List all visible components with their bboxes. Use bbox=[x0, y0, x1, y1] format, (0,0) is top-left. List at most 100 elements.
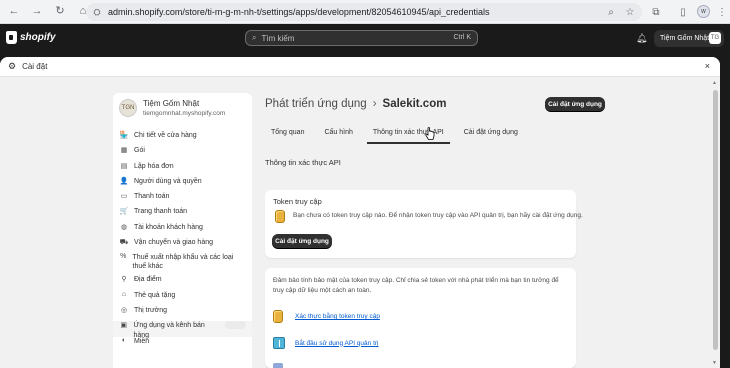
notification-bell-icon[interactable]: 🔔︎ bbox=[636, 33, 647, 44]
sidebar-item-billing[interactable]: ▤ Lập hóa đơn bbox=[113, 162, 252, 177]
security-card: Đảm bảo tính bảo mật của token truy cập.… bbox=[265, 268, 576, 368]
sidebar-item-plan[interactable]: ▦ Gói bbox=[113, 146, 252, 161]
sidebar-nav: 🏪 Chi tiết về cửa hàng ▦ Gói ▤ Lập hóa đơn … bbox=[113, 131, 252, 352]
partial-icon bbox=[273, 363, 283, 368]
address-bar[interactable]: ⛭ admin.shopify.com/store/ti-m-g-m-nh-t/… bbox=[86, 3, 642, 21]
truck-icon: ⛟ bbox=[119, 239, 129, 247]
sidebar-item-checkout[interactable]: 🛒 Trang thanh toán bbox=[113, 207, 252, 222]
gift-card-icon: ⌂ bbox=[121, 290, 127, 298]
tab-install-app[interactable]: Cài đặt ứng dụng bbox=[458, 126, 524, 144]
settings-sidebar: TGN Tiệm Gốm Nhật tiemgomnhat.myshopify.… bbox=[113, 93, 252, 368]
sidebar-item-customer-accounts[interactable]: ◍ Tài khoản khách hàng bbox=[113, 223, 252, 238]
sidebar-item-label: Chi tiết về cửa hàng bbox=[134, 132, 197, 139]
access-token-card: Token truy cập Bạn chưa có token truy cậ… bbox=[265, 190, 583, 258]
tab-overview[interactable]: Tổng quan bbox=[265, 126, 310, 144]
breadcrumb-separator: › bbox=[372, 98, 377, 110]
zoom-icon[interactable]: ⌕ bbox=[603, 3, 619, 21]
search-placeholder: Tìm kiếm bbox=[261, 33, 295, 43]
sidebar-item-label: Miền bbox=[134, 337, 150, 345]
sidebar-item-label: Thuế xuất nhập khẩu và các loại thuế khá… bbox=[132, 254, 234, 271]
scrollbar-thumb[interactable] bbox=[713, 90, 718, 350]
cart-icon: 🛒 bbox=[119, 208, 129, 216]
store-info: TGN Tiệm Gốm Nhật tiemgomnhat.myshopify.… bbox=[119, 99, 225, 117]
sidebar-item-gift-cards[interactable]: ⌂ Thẻ quà tặng bbox=[113, 291, 252, 306]
store-menu-label: Tiệm Gốm Nhật bbox=[660, 35, 710, 42]
sidebar-item-label: Vận chuyển và giao hàng bbox=[134, 239, 214, 247]
sidebar-item-label: Lập hóa đơn bbox=[134, 162, 174, 170]
customer-accounts-icon: ◍ bbox=[120, 223, 128, 231]
shopify-bag-icon bbox=[6, 31, 17, 44]
sidebar-item-label: Gói bbox=[134, 147, 145, 155]
search-icon: ⌕ bbox=[252, 33, 257, 42]
url-text[interactable]: admin.shopify.com/store/ti-m-g-m-nh-t/se… bbox=[108, 7, 490, 17]
token-auth-link[interactable]: Xác thực bằng token truy cập bbox=[295, 313, 380, 320]
hover-highlight bbox=[225, 321, 247, 330]
globe-icon: ◎ bbox=[120, 306, 128, 314]
gear-icon: ⚙ bbox=[8, 61, 17, 71]
browser-toolbar: ← → ↻ ⌂ ⛭ admin.shopify.com/store/ti-m-g… bbox=[0, 0, 730, 24]
sidebar-item-label: Thẻ quà tặng bbox=[134, 291, 176, 299]
install-app-card-button[interactable]: Cài đặt ứng dụng bbox=[272, 234, 332, 248]
store-menu-button[interactable]: Tiệm Gốm Nhật TG bbox=[654, 30, 724, 47]
sidebar-item-payments[interactable]: ▭ Thanh toán bbox=[113, 192, 252, 207]
percent-icon: % bbox=[120, 253, 127, 261]
profile-avatar[interactable]: W bbox=[697, 5, 710, 18]
tab-api-credentials[interactable]: Thông tin xác thực API bbox=[366, 126, 450, 144]
sidebar-item-label: Thanh toán bbox=[134, 193, 170, 201]
access-token-title: Token truy cập bbox=[273, 197, 322, 206]
shopify-logo[interactable]: shopify bbox=[6, 31, 56, 44]
scroll-down-icon[interactable]: ▼ bbox=[712, 360, 717, 366]
sidebar-item-users[interactable]: 👤 Người dùng và quyền bbox=[113, 177, 252, 192]
sidebar-item-label: Địa điểm bbox=[134, 276, 162, 284]
browser-menu-icon[interactable]: ⋮ bbox=[714, 3, 730, 21]
sidebar-item-locations[interactable]: ⚲ Địa điểm bbox=[113, 275, 252, 290]
settings-modal: ⚙ Cài đặt × TGN Tiệm Gốm Nhật tiemgomnha… bbox=[0, 57, 720, 368]
apps-icon: ▣ bbox=[120, 322, 128, 330]
link-row-token-auth: Xác thực bằng token truy cập bbox=[273, 310, 380, 323]
sidebar-item-label: Thị trường bbox=[134, 306, 168, 314]
link-row-admin-api: Bắt đầu sử dụng API quản trị bbox=[273, 337, 379, 349]
site-info-icon[interactable]: ⛭ bbox=[92, 7, 102, 17]
breadcrumb-parent[interactable]: Phát triển ứng dụng bbox=[265, 98, 367, 110]
payment-card-icon: ▭ bbox=[120, 193, 128, 201]
search-input[interactable]: ⌕ Tìm kiếm Ctrl K bbox=[245, 30, 478, 46]
sidebar-item-label: Trang thanh toán bbox=[134, 208, 188, 216]
app-name: Salekit.com bbox=[382, 98, 447, 110]
sidebar-item-label: Người dùng và quyền bbox=[134, 177, 202, 185]
tab-configuration[interactable]: Cấu hình bbox=[318, 126, 358, 144]
back-icon[interactable]: ← bbox=[7, 5, 21, 19]
store-icon: 🏪 bbox=[119, 132, 129, 139]
store-name: Tiệm Gốm Nhật bbox=[143, 99, 200, 108]
access-token-description: Bạn chưa có token truy cập nào. Để nhận … bbox=[293, 212, 583, 219]
shopify-wordmark: shopify bbox=[20, 32, 56, 43]
scroll-up-icon[interactable]: ▲ bbox=[712, 80, 717, 86]
sidebar-item-store-details[interactable]: 🏪 Chi tiết về cửa hàng bbox=[113, 131, 252, 146]
plan-icon: ▦ bbox=[120, 147, 128, 155]
admin-api-link[interactable]: Bắt đầu sử dụng API quản trị bbox=[295, 340, 379, 347]
sidebar-item-markets[interactable]: ◎ Thị trường bbox=[113, 306, 252, 321]
forward-icon[interactable]: → bbox=[30, 5, 44, 19]
store-avatar-icon: TG bbox=[709, 32, 721, 44]
token-icon bbox=[275, 210, 285, 223]
sidepanel-icon[interactable]: ▯ bbox=[675, 3, 691, 21]
reload-icon[interactable]: ↻ bbox=[53, 5, 67, 19]
install-app-button[interactable]: Cài đặt ứng dụng bbox=[545, 97, 605, 111]
search-shortcut: Ctrl K bbox=[453, 34, 472, 41]
sidebar-item-shipping[interactable]: ⛟ Vận chuyển và giao hàng bbox=[113, 238, 252, 253]
hand-cursor-icon bbox=[425, 127, 435, 140]
store-logo: TGN bbox=[119, 99, 137, 117]
token-icon bbox=[273, 310, 283, 323]
shopify-topbar: shopify ⌕ Tìm kiếm Ctrl K 🔔︎ Tiệm Gốm Nh… bbox=[0, 24, 730, 52]
page-title: Phát triển ứng dụng › Salekit.com bbox=[265, 98, 446, 110]
domain-icon: ◐ bbox=[121, 336, 127, 344]
store-domain: tiemgomnhat.myshopify.com bbox=[143, 110, 226, 117]
location-pin-icon: ⚲ bbox=[121, 276, 127, 284]
extensions-icon[interactable]: ⧉ bbox=[648, 3, 664, 21]
close-icon[interactable]: × bbox=[705, 61, 710, 71]
tab-bar: Tổng quan Cấu hình Thông tin xác thực AP… bbox=[265, 126, 705, 144]
sidebar-item-apps[interactable]: ▣ Ứng dụng và kênh bán hàng bbox=[113, 321, 252, 339]
section-title: Thông tin xác thực API bbox=[265, 158, 341, 167]
scrollbar[interactable]: ▲ ▼ bbox=[711, 78, 719, 368]
sidebar-item-taxes[interactable]: % Thuế xuất nhập khẩu và các loại thuế kh… bbox=[113, 253, 252, 275]
bookmark-star-icon[interactable]: ☆ bbox=[622, 3, 638, 21]
